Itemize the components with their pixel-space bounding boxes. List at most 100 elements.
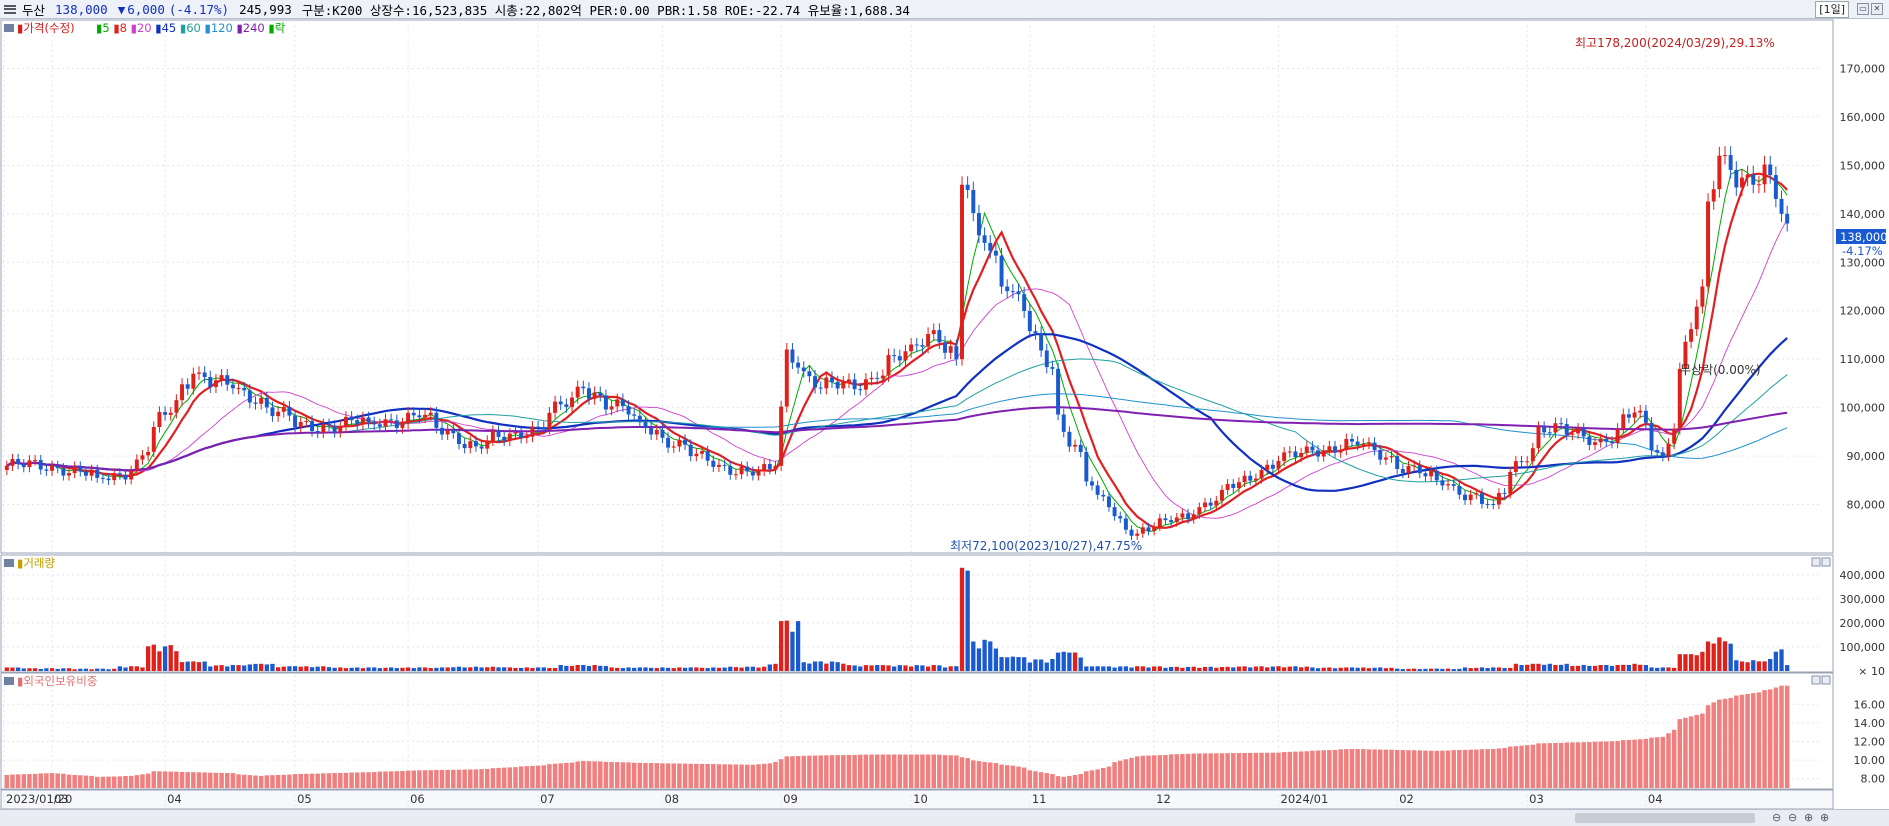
volume-bar [1185, 666, 1191, 671]
candle-body [1751, 174, 1756, 185]
candle-body [1423, 473, 1428, 477]
candle-body [304, 421, 309, 423]
volume-bar [112, 668, 117, 671]
zoom-fit-icon[interactable]: ⊕ [1820, 811, 1829, 824]
volume-bar [61, 668, 66, 671]
candle-body [575, 386, 580, 398]
candle-body [1434, 470, 1439, 481]
zoom-reset-icon[interactable]: ⊖ [1772, 811, 1781, 824]
foreign-bar [354, 772, 360, 788]
candle-body [406, 412, 411, 424]
volume-bar [1638, 664, 1643, 671]
pct-tag: -4.17% [1842, 244, 1883, 258]
foreign-bar [1666, 733, 1671, 788]
candle-body [264, 397, 269, 408]
candle-body [1677, 368, 1682, 429]
candle-body [1457, 485, 1462, 495]
candle-body [106, 478, 111, 481]
foreign-bar [1146, 755, 1151, 788]
foreign-bar [552, 763, 558, 788]
foreign-bar [1711, 702, 1716, 788]
candle-body [112, 473, 117, 481]
candle-body [38, 460, 43, 470]
volume-bar [174, 651, 179, 671]
candle-body [728, 465, 733, 475]
foreign-bar [614, 762, 620, 788]
candle-body [1163, 518, 1168, 521]
candle-body [1655, 450, 1660, 453]
volume-bar [208, 666, 213, 671]
candle-body [151, 427, 156, 452]
candle-body [1485, 503, 1490, 505]
pane-menu-icon[interactable] [4, 24, 14, 32]
volume-bar [1355, 667, 1360, 671]
horizontal-scrollbar[interactable]: ⊖ ⊖ ⊕ ⊕ [0, 809, 1889, 826]
foreign-bar [824, 755, 829, 788]
foreign-bar [1151, 755, 1157, 788]
volume-bar [1180, 667, 1185, 671]
foreign-bar [49, 773, 55, 788]
candle-body [1310, 446, 1315, 451]
zoom-out-icon[interactable]: ⊖ [1788, 811, 1797, 824]
legend-price-label: 가격(수정) [23, 21, 74, 35]
volume-bar [1598, 665, 1603, 671]
foreign-bar [343, 772, 349, 788]
foreign-bar [547, 764, 552, 788]
foreign-bar [1434, 750, 1440, 788]
candle-body [1095, 485, 1100, 495]
volume-bar [1123, 666, 1129, 671]
ma-line-60 [6, 358, 1788, 483]
volume-pane-menu-icon[interactable] [4, 559, 14, 567]
volume-bar [468, 667, 473, 671]
foreign-bar [451, 769, 456, 788]
price-tick-label: 110,000 [1840, 353, 1886, 366]
candle-body [1479, 493, 1484, 504]
foreign-bar [275, 774, 281, 788]
foreign-bar [1016, 766, 1021, 788]
candle-body [1287, 451, 1292, 453]
candle-body [83, 471, 88, 476]
candle-body [434, 412, 439, 428]
volume-bar [1609, 665, 1615, 671]
volume-bar [1168, 666, 1174, 671]
candle-body [767, 464, 772, 470]
volume-bar [78, 668, 83, 671]
foreign-pane-menu-icon[interactable] [4, 677, 14, 685]
volume-bar [89, 669, 94, 671]
foreign-bar [1010, 765, 1016, 788]
candle-body [473, 441, 478, 447]
candle-body [10, 458, 15, 466]
foreign-bar [1163, 754, 1168, 788]
candle-body [993, 250, 998, 256]
volume-bar [10, 667, 15, 671]
volume-bar [1417, 669, 1422, 671]
volume-bar [1773, 651, 1779, 671]
candle-body [1220, 489, 1224, 501]
foreign-bar [1451, 750, 1456, 788]
foreign-bar [812, 755, 818, 788]
volume-bar [343, 668, 349, 671]
volume-bar [954, 666, 959, 671]
foreign-bar [530, 765, 535, 788]
foreign-bar [72, 774, 77, 788]
candle-body [428, 412, 433, 415]
volume-bar [643, 667, 648, 671]
foreign-bar [1383, 749, 1389, 788]
candle-body [1186, 513, 1191, 520]
pane-buttons[interactable] [1811, 557, 1831, 685]
foreign-bar [925, 754, 931, 788]
foreign-bar [1632, 739, 1637, 788]
volume-bar [767, 664, 772, 671]
volume-bar [287, 666, 292, 671]
volume-bar [892, 666, 897, 671]
candle-body [1005, 286, 1010, 292]
foreign-bar [1253, 752, 1259, 788]
date-label: 03 [54, 792, 69, 806]
volume-bar [151, 644, 156, 671]
scroll-thumb[interactable] [1575, 813, 1755, 823]
foreign-bar [1660, 736, 1666, 788]
volume-bar [502, 667, 507, 671]
candle-body [988, 242, 993, 251]
candle-body [649, 428, 654, 435]
zoom-in-icon[interactable]: ⊕ [1804, 811, 1813, 824]
